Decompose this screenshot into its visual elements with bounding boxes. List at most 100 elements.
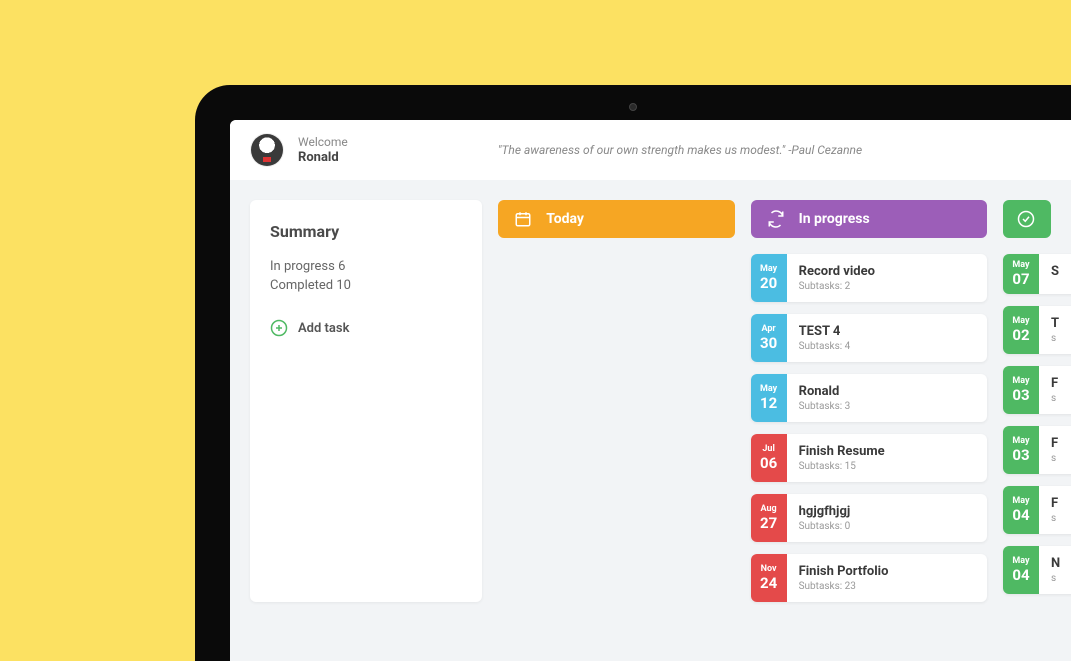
task-date: May03 [1003, 366, 1039, 414]
task-title: Finish Portfolio [799, 564, 975, 579]
task-card[interactable]: Nov24Finish PortfolioSubtasks: 23 [751, 554, 987, 602]
task-body: Ts [1039, 306, 1071, 354]
task-title: F [1051, 496, 1071, 511]
summary-in-progress: In progress 6 [270, 259, 462, 274]
task-date: May12 [751, 374, 787, 422]
task-month: May [1012, 556, 1029, 566]
task-title: TEST 4 [799, 324, 975, 339]
task-day: 07 [1012, 270, 1029, 288]
task-subtasks: Subtasks: 2 [799, 281, 975, 292]
task-date: Jul06 [751, 434, 787, 482]
task-body: Fs [1039, 426, 1071, 474]
task-month: May [1012, 436, 1029, 446]
task-subtasks: s [1051, 573, 1071, 584]
task-month: May [760, 384, 777, 394]
task-body: Finish Portfolio Subtasks: 23 [787, 554, 987, 602]
task-card[interactable]: May03Fs [1003, 426, 1071, 474]
check-circle-icon [1017, 210, 1035, 228]
task-subtasks: s [1051, 513, 1071, 524]
task-subtasks: Subtasks: 0 [799, 521, 975, 532]
task-subtasks: Subtasks: 23 [799, 581, 975, 592]
task-body: Ns [1039, 546, 1071, 594]
topbar: Welcome Ronald "The awareness of our own… [230, 120, 1071, 180]
quote-text: "The awareness of our own strength makes… [498, 143, 785, 157]
task-day: 04 [1012, 566, 1029, 584]
task-day: 27 [760, 514, 777, 532]
task-month: May [1012, 260, 1029, 270]
task-card[interactable]: May12 Ronald Subtasks: 3 [751, 374, 987, 422]
app-screen: Welcome Ronald "The awareness of our own… [230, 120, 1071, 661]
task-card[interactable]: May07 S [1003, 254, 1071, 294]
task-day: 24 [760, 574, 777, 592]
task-card[interactable]: Apr30 TEST 4 Subtasks: 4 [751, 314, 987, 362]
task-day: 06 [760, 454, 777, 472]
summary-card: Summary In progress 6 Completed 10 Add t… [250, 200, 482, 602]
task-day: 02 [1012, 326, 1029, 344]
task-card[interactable]: May20 Record video Subtasks: 2 [751, 254, 987, 302]
task-title: Ronald [799, 384, 975, 399]
task-title: Record video [799, 264, 975, 279]
avatar[interactable] [250, 133, 284, 167]
task-card[interactable]: May03Fs [1003, 366, 1071, 414]
content: Summary In progress 6 Completed 10 Add t… [230, 180, 1071, 622]
task-month: Apr [761, 324, 775, 334]
task-subtasks: s [1051, 453, 1071, 464]
task-body: Record video Subtasks: 2 [787, 254, 987, 302]
task-body: Finish Resume Subtasks: 15 [787, 434, 987, 482]
task-month: May [760, 264, 777, 274]
task-date: May03 [1003, 426, 1039, 474]
task-date: May04 [1003, 486, 1039, 534]
task-day: 03 [1012, 446, 1029, 464]
task-body: Ronald Subtasks: 3 [787, 374, 987, 422]
task-card[interactable]: Aug27hgjgfhjgjSubtasks: 0 [751, 494, 987, 542]
username: Ronald [298, 150, 348, 165]
task-body: S [1039, 254, 1071, 294]
task-subtasks: Subtasks: 15 [799, 461, 975, 472]
today-column: Today [498, 200, 734, 602]
task-subtasks: Subtasks: 4 [799, 341, 975, 352]
task-title: S [1051, 264, 1071, 279]
task-body: Fs [1039, 486, 1071, 534]
task-day: 04 [1012, 506, 1029, 524]
task-subtasks: s [1051, 333, 1071, 344]
plus-circle-icon [270, 319, 288, 337]
laptop-camera [629, 103, 637, 111]
task-card[interactable]: Jul06 Finish Resume Subtasks: 15 [751, 434, 987, 482]
task-month: May [1012, 376, 1029, 386]
task-card[interactable]: May02Ts [1003, 306, 1071, 354]
task-body: Fs [1039, 366, 1071, 414]
done-header[interactable] [1003, 200, 1051, 238]
add-task-button[interactable]: Add task [270, 319, 462, 337]
task-title: F [1051, 436, 1071, 451]
task-title: F [1051, 376, 1071, 391]
task-body: hgjgfhjgjSubtasks: 0 [787, 494, 987, 542]
in-progress-header[interactable]: In progress [751, 200, 987, 238]
task-subtasks: s [1051, 393, 1071, 404]
task-date: Apr30 [751, 314, 787, 362]
task-card[interactable]: May04Ns [1003, 546, 1071, 594]
task-month: May [1012, 496, 1029, 506]
quote-author: -Paul Cezanne [788, 143, 862, 157]
task-day: 20 [760, 274, 777, 292]
add-task-label: Add task [298, 321, 349, 336]
quote: "The awareness of our own strength makes… [348, 143, 1051, 157]
task-month: Aug [761, 504, 777, 514]
task-card[interactable]: May04Fs [1003, 486, 1071, 534]
task-date: May02 [1003, 306, 1039, 354]
task-title: T [1051, 316, 1071, 331]
welcome-label: Welcome [298, 135, 348, 151]
task-date: Aug27 [751, 494, 787, 542]
task-day: 30 [760, 334, 777, 352]
in-progress-label: In progress [799, 211, 870, 227]
in-progress-task-list: May20Record videoSubtasks: 2Apr30TEST 4S… [751, 254, 987, 602]
task-date: May04 [1003, 546, 1039, 594]
welcome-block: Welcome Ronald [298, 135, 348, 166]
today-header[interactable]: Today [498, 200, 734, 238]
task-title: Finish Resume [799, 444, 975, 459]
task-title: N [1051, 556, 1071, 571]
done-column: May07SMay02TsMay03FsMay03FsMay04FsMay04N… [1003, 200, 1051, 602]
calendar-icon [514, 210, 532, 228]
refresh-icon [767, 210, 785, 228]
task-month: May [1012, 316, 1029, 326]
task-subtasks: Subtasks: 3 [799, 401, 975, 412]
